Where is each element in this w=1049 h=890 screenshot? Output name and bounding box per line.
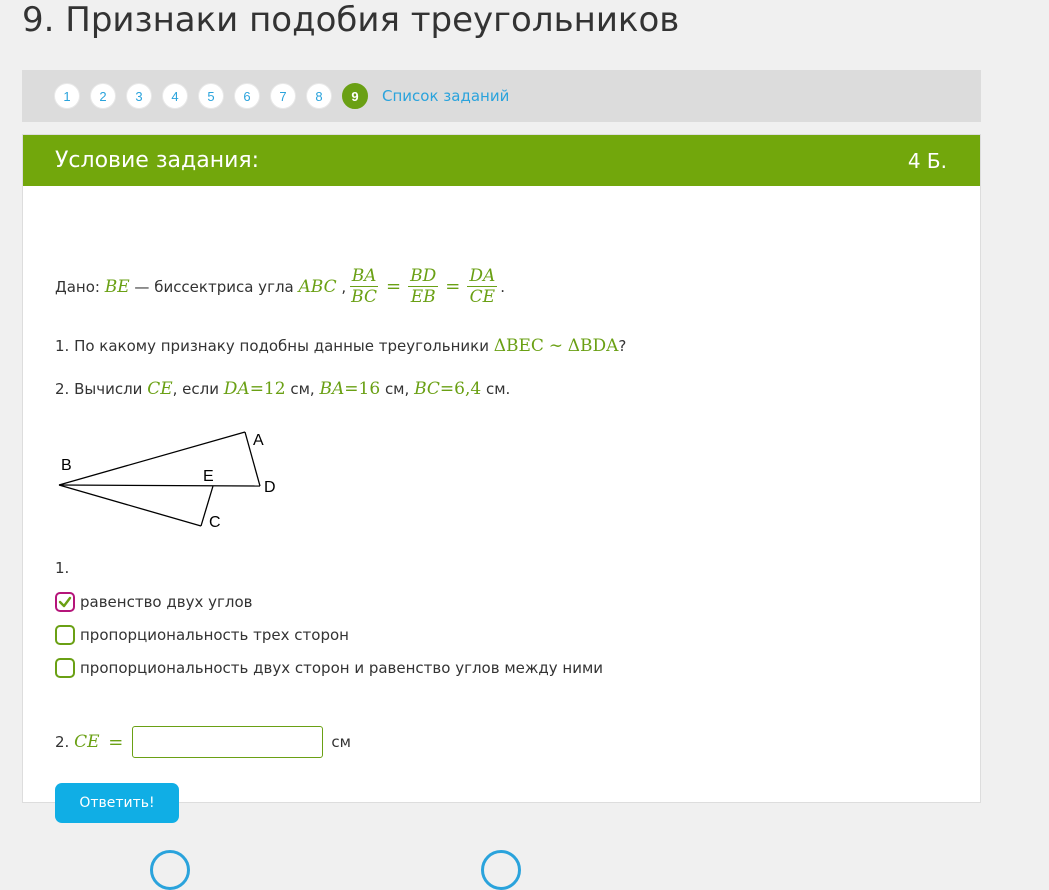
eq-sign-2: = <box>445 276 461 297</box>
option-two-sides-angle[interactable]: пропорциональность двух сторон и равенст… <box>55 658 603 678</box>
option-three-sides[interactable]: пропорциональность трех сторон <box>55 625 349 645</box>
segment-bd <box>58 484 261 487</box>
answer-1-label: 1. <box>55 559 70 577</box>
given-segment: BE <box>104 276 130 297</box>
page-button-1[interactable]: 1 <box>54 83 80 109</box>
q2-text: 2. Вычисли <box>55 380 143 398</box>
given-angle: ABC <box>298 276 337 297</box>
label-a: A <box>253 432 264 449</box>
q2-ba: BA <box>319 379 345 399</box>
frac2-den: EB <box>410 287 436 307</box>
page-button-9-active[interactable]: 9 <box>342 83 368 109</box>
task-pager: 1 2 3 4 5 6 7 8 9 Список заданий <box>22 70 981 122</box>
task-card: Условие задания: 4 Б. Дано: BE — биссект… <box>22 134 981 823</box>
up-arrow-icon[interactable] <box>481 850 521 890</box>
given-period: . <box>500 277 506 296</box>
ce-answer-input[interactable] <box>132 726 324 758</box>
answer-2-unit: см <box>331 733 351 751</box>
answer-2-var: CE <box>74 732 100 752</box>
card-header: Условие задания: 4 Б. <box>23 135 980 186</box>
fraction-ba-bc: BA BC <box>349 266 379 307</box>
label-d: D <box>264 479 276 496</box>
segment-bc <box>58 484 202 527</box>
fraction-da-ce: DA CE <box>467 266 498 307</box>
page-button-7[interactable]: 7 <box>270 83 296 109</box>
q2-bc: BC <box>414 379 440 399</box>
page-button-3[interactable]: 3 <box>126 83 152 109</box>
q2-da-val: =12 <box>249 379 286 399</box>
q1-similar-sign: ∼ <box>548 336 563 356</box>
page-button-2[interactable]: 2 <box>90 83 116 109</box>
q2-ba-val: =16 <box>344 379 381 399</box>
q2-unit-end: см. <box>485 380 511 398</box>
frac1-den: BC <box>351 287 377 307</box>
triangle-figure: A B E D C <box>58 431 276 530</box>
page-button-6[interactable]: 6 <box>234 83 260 109</box>
q2-da: DA <box>223 379 250 399</box>
q2-bc-val: =6,4 <box>439 379 482 399</box>
q1-text: 1. По какому признаку подобны данные тре… <box>55 337 489 355</box>
card-title: Условие задания: <box>55 148 260 173</box>
eq-sign-1: = <box>386 276 402 297</box>
frac3-den: CE <box>469 287 495 307</box>
option-two-angles[interactable]: равенство двух углов <box>55 592 252 612</box>
check-icon <box>58 596 72 608</box>
checkbox[interactable] <box>55 658 75 678</box>
q1-triangle-bda: ΔBDA <box>567 336 619 356</box>
checkbox[interactable] <box>55 625 75 645</box>
given-statement: Дано: BE — биссектриса угла ABC , BA BC … <box>55 266 505 307</box>
question-1: 1. По какому признаку подобны данные тре… <box>55 336 626 356</box>
q1-triangle-bec: ΔBEC <box>493 336 544 356</box>
frac1-num: BA <box>349 266 379 287</box>
label-b: B <box>61 457 72 474</box>
frac2-num: BD <box>408 266 439 287</box>
option-label: пропорциональность двух сторон и равенст… <box>80 659 604 677</box>
option-label: равенство двух углов <box>80 593 253 611</box>
checkbox-checked[interactable] <box>55 592 75 612</box>
submit-button[interactable]: Ответить! <box>55 783 179 823</box>
page-title: 9. Признаки подобия треугольников <box>22 0 680 40</box>
page-button-4[interactable]: 4 <box>162 83 188 109</box>
q2-unit-2: см, <box>384 380 410 398</box>
points-badge: 4 Б. <box>907 148 947 173</box>
label-c: C <box>209 514 221 530</box>
answer-2-eq: = <box>108 731 124 753</box>
page-button-8[interactable]: 8 <box>306 83 332 109</box>
segment-ba <box>58 431 246 486</box>
edit-icon[interactable] <box>150 850 190 890</box>
task-list-link[interactable]: Список заданий <box>382 87 509 105</box>
given-prefix: Дано: <box>55 277 100 296</box>
q2-var: CE <box>147 379 173 399</box>
q1-end: ? <box>618 337 627 355</box>
label-e: E <box>203 468 214 485</box>
q2-if: , если <box>172 380 219 398</box>
q2-unit-1: см, <box>290 380 315 398</box>
question-2: 2. Вычисли CE, если DA=12 см, BA=16 см, … <box>55 379 510 399</box>
answer-2-row: 2. CE = см <box>55 726 351 758</box>
frac3-num: DA <box>467 266 498 287</box>
page-button-5[interactable]: 5 <box>198 83 224 109</box>
fraction-bd-eb: BD EB <box>408 266 439 307</box>
given-comma: , <box>341 277 347 296</box>
given-text: — биссектриса угла <box>134 277 294 296</box>
answer-2-label: 2. <box>55 733 70 751</box>
option-label: пропорциональность трех сторон <box>80 626 349 644</box>
